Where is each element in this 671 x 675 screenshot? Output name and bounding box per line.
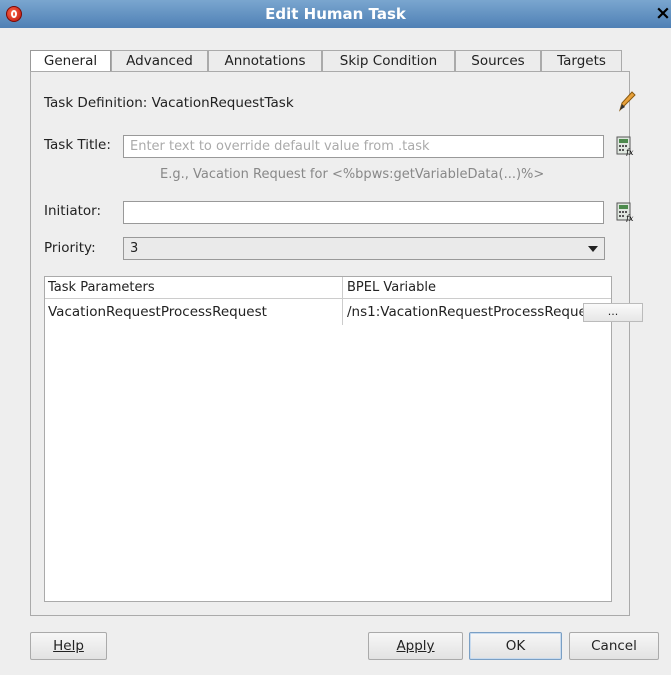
tab-annotations[interactable]: Annotations xyxy=(208,50,322,72)
help-button[interactable]: Help xyxy=(30,632,107,660)
title-bar: Edit Human Task × xyxy=(0,0,671,28)
column-header-task-parameters[interactable]: Task Parameters xyxy=(45,277,343,299)
cancel-button-label: Cancel xyxy=(591,638,637,654)
cancel-button[interactable]: Cancel xyxy=(569,632,659,660)
apply-button[interactable]: Apply xyxy=(368,632,463,660)
tab-sources[interactable]: Sources xyxy=(455,50,541,72)
task-title-input[interactable] xyxy=(123,135,604,158)
expression-builder-icon[interactable]: fx xyxy=(616,136,634,156)
browse-variable-button[interactable]: ... xyxy=(583,303,643,322)
expression-builder-icon[interactable]: fx xyxy=(616,202,634,222)
tab-skip-condition[interactable]: Skip Condition xyxy=(322,50,455,72)
table-row[interactable]: VacationRequestProcessRequest /ns1:Vacat… xyxy=(45,301,643,325)
apply-button-label: Apply xyxy=(396,638,435,654)
edit-human-task-dialog: Edit Human Task × General Advanced Annot… xyxy=(0,0,671,675)
bpel-variable-cell[interactable]: /ns1:VacationRequestProcessRequest xyxy=(347,304,583,320)
dialog-title: Edit Human Task xyxy=(265,5,406,23)
priority-label: Priority: xyxy=(44,240,96,256)
column-header-bpel-variable[interactable]: BPEL Variable xyxy=(343,277,611,299)
parameters-table: Task Parameters BPEL Variable VacationRe… xyxy=(44,276,643,602)
task-title-field[interactable] xyxy=(124,136,603,157)
pencil-icon[interactable] xyxy=(616,90,636,112)
chevron-down-icon xyxy=(588,246,598,252)
tab-general[interactable]: General xyxy=(30,50,111,73)
tab-advanced[interactable]: Advanced xyxy=(111,50,208,72)
close-icon[interactable]: × xyxy=(655,2,671,24)
tab-targets[interactable]: Targets xyxy=(541,50,622,72)
task-definition-value: VacationRequestTask xyxy=(151,95,294,111)
priority-value: 3 xyxy=(130,241,139,256)
task-title-label: Task Title: xyxy=(44,137,111,153)
task-title-hint: E.g., Vacation Request for <%bpws:getVar… xyxy=(160,167,545,182)
priority-select[interactable]: 3 xyxy=(123,237,605,260)
initiator-input[interactable] xyxy=(123,201,604,224)
ok-button-label: OK xyxy=(505,638,526,654)
task-definition-label: Task Definition: xyxy=(44,95,148,111)
task-definition-row: Task Definition: VacationRequestTask xyxy=(44,95,294,111)
help-button-label: Help xyxy=(53,638,84,654)
initiator-field[interactable] xyxy=(124,202,603,223)
task-parameter-cell: VacationRequestProcessRequest xyxy=(48,304,267,320)
svg-text:fx: fx xyxy=(625,214,634,222)
svg-text:fx: fx xyxy=(625,148,634,156)
initiator-label: Initiator: xyxy=(44,203,102,219)
ok-button[interactable]: OK xyxy=(469,632,562,660)
